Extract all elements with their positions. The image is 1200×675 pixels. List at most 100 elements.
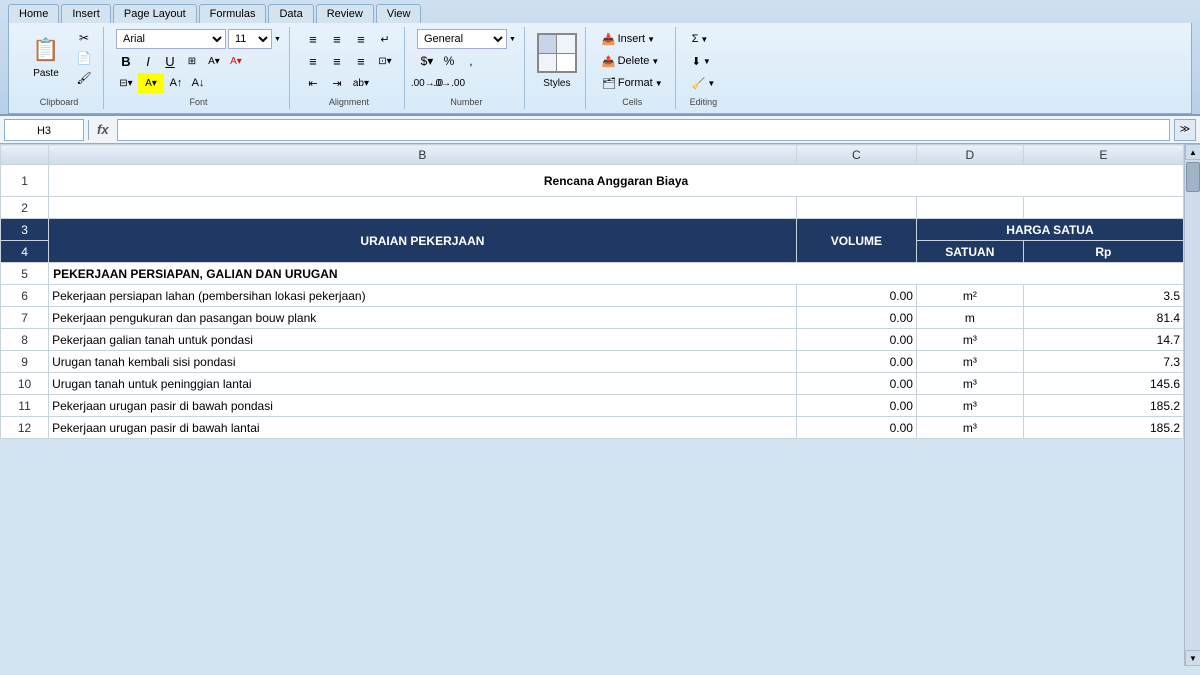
align-bottom-left[interactable]: ≡	[302, 51, 324, 71]
underline-button[interactable]: U	[160, 51, 180, 71]
cell-e10[interactable]: 145.6	[1023, 373, 1183, 395]
orientation[interactable]: ab▾	[350, 73, 372, 93]
cell-c7[interactable]: 0.00	[796, 307, 916, 329]
cell-d6[interactable]: m²	[916, 285, 1023, 307]
expand-formula-button[interactable]: ≫	[1174, 119, 1196, 141]
vertical-scrollbar[interactable]: ▲ ▼	[1184, 144, 1200, 666]
scroll-down-button[interactable]: ▼	[1185, 650, 1200, 666]
align-bottom-center[interactable]: ≡	[326, 51, 348, 71]
cell-e9[interactable]: 7.3	[1023, 351, 1183, 373]
highlight-button[interactable]: A▾	[138, 73, 164, 93]
font-color-button[interactable]: A▾	[226, 51, 246, 71]
cut-button[interactable]: ✂	[73, 29, 95, 47]
delete-button[interactable]: 📤 Delete ▼	[598, 51, 667, 71]
clear-button[interactable]: 🧹 ▼	[688, 73, 720, 93]
cell-c11[interactable]: 0.00	[796, 395, 916, 417]
align-top-left[interactable]: ≡	[302, 29, 324, 49]
align-top-center[interactable]: ≡	[326, 29, 348, 49]
font-decrease[interactable]: A↓	[188, 73, 208, 93]
cell-c9[interactable]: 0.00	[796, 351, 916, 373]
cell-d12[interactable]: m³	[916, 417, 1023, 439]
sum-button[interactable]: Σ ▼	[688, 29, 720, 49]
cell-e11[interactable]: 185.2	[1023, 395, 1183, 417]
cell-d2[interactable]	[916, 197, 1023, 219]
cell-c12[interactable]: 0.00	[796, 417, 916, 439]
scroll-thumb[interactable]	[1186, 162, 1200, 192]
cell-b9[interactable]: Urugan tanah kembali sisi pondasi	[49, 351, 797, 373]
font-size-select[interactable]: 11	[228, 29, 272, 49]
tab-page-layout[interactable]: Page Layout	[113, 4, 197, 23]
fx-button[interactable]: fx	[93, 122, 113, 137]
indent-decrease[interactable]: ⇤	[302, 73, 324, 93]
italic-button[interactable]: I	[138, 51, 158, 71]
header-satuan[interactable]: SATUAN	[916, 241, 1023, 263]
wrap-text[interactable]: ↵	[374, 29, 396, 49]
format-painter-button[interactable]: 🖌	[73, 69, 95, 87]
tab-review[interactable]: Review	[316, 4, 374, 23]
cell-b7[interactable]: Pekerjaan pengukuran dan pasangan bouw p…	[49, 307, 797, 329]
header-harga[interactable]: HARGA SATUA	[916, 219, 1183, 241]
cell-c8[interactable]: 0.00	[796, 329, 916, 351]
formula-input[interactable]	[117, 119, 1170, 141]
section-header-5[interactable]: PEKERJAAN PERSIAPAN, GALIAN DAN URUGAN	[49, 263, 1184, 285]
cell-c10[interactable]: 0.00	[796, 373, 916, 395]
comma-format[interactable]: ,	[461, 51, 481, 71]
merge-center[interactable]: ⊡▾	[374, 51, 396, 71]
header-rp[interactable]: Rp	[1023, 241, 1183, 263]
cell-c6[interactable]: 0.00	[796, 285, 916, 307]
number-format-select[interactable]: General	[417, 29, 507, 49]
border-button[interactable]: ⊞	[182, 51, 202, 71]
cell-e6[interactable]: 3.5	[1023, 285, 1183, 307]
cell-b10[interactable]: Urugan tanah untuk peninggian lantai	[49, 373, 797, 395]
tab-formulas[interactable]: Formulas	[199, 4, 267, 23]
increase-decimal[interactable]: .0→.00	[439, 73, 459, 93]
cell-e8[interactable]: 14.7	[1023, 329, 1183, 351]
col-header-d[interactable]: D	[916, 145, 1023, 165]
format-button[interactable]: 🗂 Format ▼	[598, 73, 667, 93]
cell-c2[interactable]	[796, 197, 916, 219]
cell-e2[interactable]	[1023, 197, 1183, 219]
cell-e7[interactable]: 81.4	[1023, 307, 1183, 329]
cell-d8[interactable]: m³	[916, 329, 1023, 351]
insert-button[interactable]: 📥 Insert ▼	[598, 29, 667, 49]
align-top-right[interactable]: ≡	[350, 29, 372, 49]
title-cell[interactable]: Rencana Anggaran Biaya	[49, 165, 1184, 197]
accounting-format[interactable]: $▾	[417, 51, 437, 71]
cell-b8[interactable]: Pekerjaan galian tanah untuk pondasi	[49, 329, 797, 351]
cell-b6[interactable]: Pekerjaan persiapan lahan (pembersihan l…	[49, 285, 797, 307]
name-box[interactable]: H3	[4, 119, 84, 141]
copy-button[interactable]: 📄	[73, 49, 95, 67]
row-number-4: 4	[1, 241, 49, 263]
tab-view[interactable]: View	[376, 4, 422, 23]
align-bottom-right[interactable]: ≡	[350, 51, 372, 71]
cell-b2[interactable]	[49, 197, 797, 219]
fill-button[interactable]: ⬇ ▼	[688, 51, 720, 71]
bold-button[interactable]: B	[116, 51, 136, 71]
column-header-row: B C D E	[1, 145, 1184, 165]
indent-increase[interactable]: ⇥	[326, 73, 348, 93]
header-uraian[interactable]: URAIAN PEKERJAAN	[49, 219, 797, 263]
col-header-c[interactable]: C	[796, 145, 916, 165]
cell-d7[interactable]: m	[916, 307, 1023, 329]
border-style-button[interactable]: ⊟▾	[116, 73, 136, 93]
col-header-e[interactable]: E	[1023, 145, 1183, 165]
cell-b12[interactable]: Pekerjaan urugan pasir di bawah lantai	[49, 417, 797, 439]
scroll-up-button[interactable]: ▲	[1185, 144, 1200, 160]
fill-color-button[interactable]: A▾	[204, 51, 224, 71]
styles-label[interactable]: Styles	[543, 78, 570, 89]
font-name-select[interactable]: Arial	[116, 29, 226, 49]
font-increase[interactable]: A↑	[166, 73, 186, 93]
cell-d11[interactable]: m³	[916, 395, 1023, 417]
cell-e12[interactable]: 185.2	[1023, 417, 1183, 439]
cell-d10[interactable]: m³	[916, 373, 1023, 395]
cell-b11[interactable]: Pekerjaan urugan pasir di bawah pondasi	[49, 395, 797, 417]
paste-button[interactable]: 📋 Paste	[23, 29, 69, 82]
tab-home[interactable]: Home	[8, 4, 59, 23]
percent-format[interactable]: %	[439, 51, 459, 71]
tab-data[interactable]: Data	[268, 4, 313, 23]
header-volume[interactable]: VOLUME	[796, 219, 916, 263]
cell-d9[interactable]: m³	[916, 351, 1023, 373]
tab-insert[interactable]: Insert	[61, 4, 111, 23]
col-header-b[interactable]: B	[49, 145, 797, 165]
cells-group: 📥 Insert ▼ 📤 Delete ▼ 🗂 Format ▼ Cells	[590, 27, 676, 109]
